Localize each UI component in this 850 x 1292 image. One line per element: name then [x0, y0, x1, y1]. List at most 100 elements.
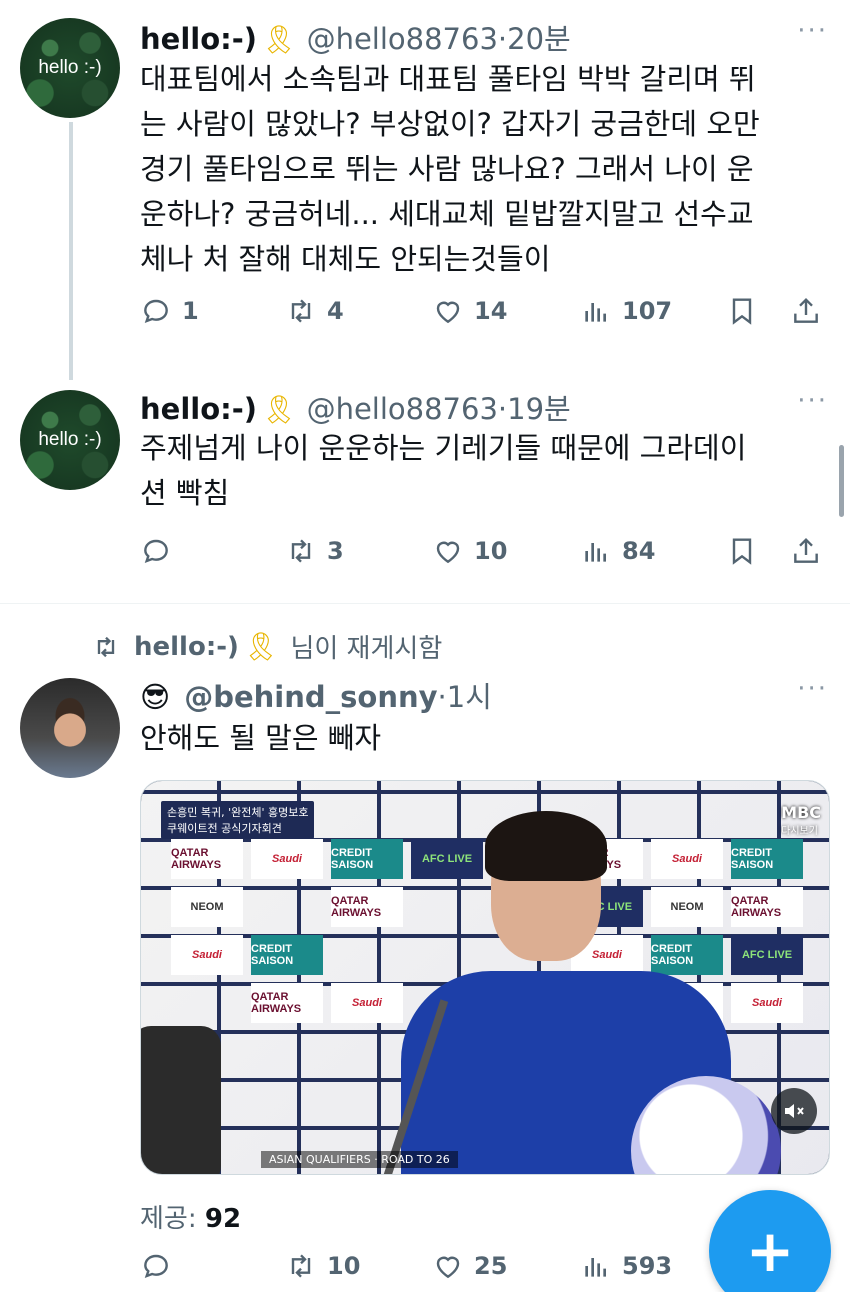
video-player[interactable]: QATAR AIRWAYS Saudi CREDIT SAISON NEOM Q…: [140, 780, 830, 1175]
repost-icon: [291, 299, 311, 323]
sponsor-tile: NEOM: [171, 887, 243, 927]
user-handle[interactable]: @hello88763: [307, 22, 498, 56]
bookmark-button[interactable]: [726, 295, 758, 327]
sponsor-tile: QATAR AIRWAYS: [331, 887, 403, 927]
user-handle[interactable]: @behind_sonny: [184, 680, 437, 714]
more-options-icon[interactable]: ···: [797, 16, 828, 46]
like-count: 10: [474, 537, 508, 565]
tweet-text: 안해도 될 말은 빼자: [140, 721, 382, 755]
timestamp[interactable]: 19분: [507, 386, 571, 428]
bookmark-button[interactable]: [726, 535, 758, 567]
mute-icon[interactable]: [771, 1088, 817, 1134]
repost-icon: [291, 1254, 311, 1278]
repost-suffix: 님이 재게시함: [290, 634, 443, 664]
heart-icon: [436, 541, 460, 564]
view-count: 593: [622, 1252, 673, 1280]
provided-by: 제공: 92: [140, 1198, 241, 1235]
broadcast-ticker: ASIAN QUALIFIERS · ROAD TO 26: [261, 1151, 458, 1168]
provided-count: 92: [204, 1204, 242, 1234]
avatar[interactable]: hello :-): [20, 390, 120, 490]
yellow-ribbon-icon: 🎗: [261, 23, 297, 56]
reply-icon: [144, 539, 168, 563]
view-count: 107: [622, 297, 673, 325]
avatar[interactable]: hello :-): [20, 18, 120, 118]
repost-icon: [291, 539, 311, 563]
speaker-hair: [485, 811, 607, 881]
bookmark-icon: [732, 538, 752, 565]
tweet-header: hello:-) 🎗 @hello88763 · 20분: [140, 16, 571, 58]
news-caption-title: 손흥민 복귀, '완전체' 홍명보호: [167, 806, 309, 819]
reply-icon: [144, 1254, 168, 1278]
views-chart-icon: [585, 303, 606, 322]
bookmark-icon: [732, 298, 752, 325]
tweet-header: hello:-) 🎗 @hello88763 · 19분: [140, 386, 571, 428]
avatar-text: hello :-): [38, 429, 102, 450]
press-conference-speaker: [401, 801, 731, 1174]
tweet-actions: 1 4 14 107: [140, 295, 830, 335]
sunglasses-emoji-icon: 😎: [140, 680, 171, 714]
yellow-ribbon-icon: 🎗: [261, 393, 297, 426]
share-button[interactable]: [790, 295, 822, 327]
sponsor-tile: Saudi: [171, 935, 243, 975]
replay-label: 다시보기: [781, 826, 818, 837]
repost-button[interactable]: 4: [285, 295, 344, 327]
repost-button[interactable]: 10: [285, 1250, 360, 1282]
reply-button[interactable]: [140, 1250, 182, 1282]
speaker-muted-icon: [785, 1104, 804, 1118]
compose-button[interactable]: +: [709, 1190, 831, 1292]
separator-dot: ·: [497, 392, 508, 426]
tweet-text: 대표팀에서 소속팀과 대표팀 풀타임 박박 갈리며 뛰 는 사람이 많았나? 부…: [140, 62, 760, 276]
tweet-header: 😎 @behind_sonny · 1시: [140, 674, 492, 716]
repost-icon: [97, 636, 115, 657]
repost-button[interactable]: 3: [285, 535, 344, 567]
news-caption: 손흥민 복귀, '완전체' 홍명보호 쿠웨이트전 공식기자회견: [161, 801, 315, 839]
like-button[interactable]: 25: [432, 1250, 507, 1282]
reposter-name: hello:-): [134, 631, 239, 662]
share-button[interactable]: [790, 535, 822, 567]
heart-icon: [436, 301, 460, 324]
repost-count: 4: [327, 297, 344, 325]
separator-dot: ·: [437, 680, 447, 714]
yellow-ribbon-icon: 🎗: [242, 630, 279, 663]
tweet-text: 주제넘게 나이 운운하는 기레기들 때문에 그라데이 션 빡침: [140, 431, 747, 510]
reply-button[interactable]: 1: [140, 295, 199, 327]
like-count: 14: [474, 297, 508, 325]
heart-icon: [436, 1256, 460, 1279]
views-chart-icon: [585, 543, 606, 562]
more-options-icon[interactable]: ···: [797, 674, 828, 704]
reply-button[interactable]: [140, 535, 182, 567]
sponsor-tile: QATAR AIRWAYS: [251, 983, 323, 1023]
like-button[interactable]: 10: [432, 535, 507, 567]
timestamp[interactable]: 1시: [447, 674, 492, 716]
display-name[interactable]: hello:-): [140, 392, 257, 426]
avatar[interactable]: [20, 678, 120, 778]
avatar-text: hello :-): [38, 57, 102, 78]
provided-label: 제공:: [140, 1204, 197, 1234]
sponsor-tile: AFC LIVE: [731, 935, 803, 975]
separator-dot: ·: [497, 22, 508, 56]
timestamp[interactable]: 20분: [507, 16, 571, 58]
views-button[interactable]: 107: [580, 295, 672, 327]
reply-icon: [144, 299, 168, 323]
share-icon: [794, 537, 818, 563]
repost-context[interactable]: hello:-) 🎗 님이 재게시함: [92, 628, 442, 665]
sponsor-tile: CREDIT SAISON: [331, 839, 403, 879]
display-name[interactable]: hello:-): [140, 22, 257, 56]
like-button[interactable]: 14: [432, 295, 507, 327]
reply-count: 1: [182, 297, 199, 325]
news-caption-subtitle: 쿠웨이트전 공식기자회견: [167, 822, 282, 835]
like-count: 25: [474, 1252, 508, 1280]
share-icon: [794, 297, 818, 323]
views-button[interactable]: 593: [580, 1250, 672, 1282]
sponsor-tile: CREDIT SAISON: [731, 839, 803, 879]
user-handle[interactable]: @hello88763: [307, 392, 498, 426]
sponsor-tile: QATAR AIRWAYS: [731, 887, 803, 927]
scrollbar-thumb[interactable]: [839, 445, 844, 517]
tweet-divider: [0, 603, 850, 604]
sponsor-tile: CREDIT SAISON: [251, 935, 323, 975]
view-count: 84: [622, 537, 656, 565]
more-options-icon[interactable]: ···: [797, 386, 828, 416]
tweet-actions: 3 10 84: [140, 535, 830, 575]
views-button[interactable]: 84: [580, 535, 655, 567]
repost-count: 3: [327, 537, 344, 565]
